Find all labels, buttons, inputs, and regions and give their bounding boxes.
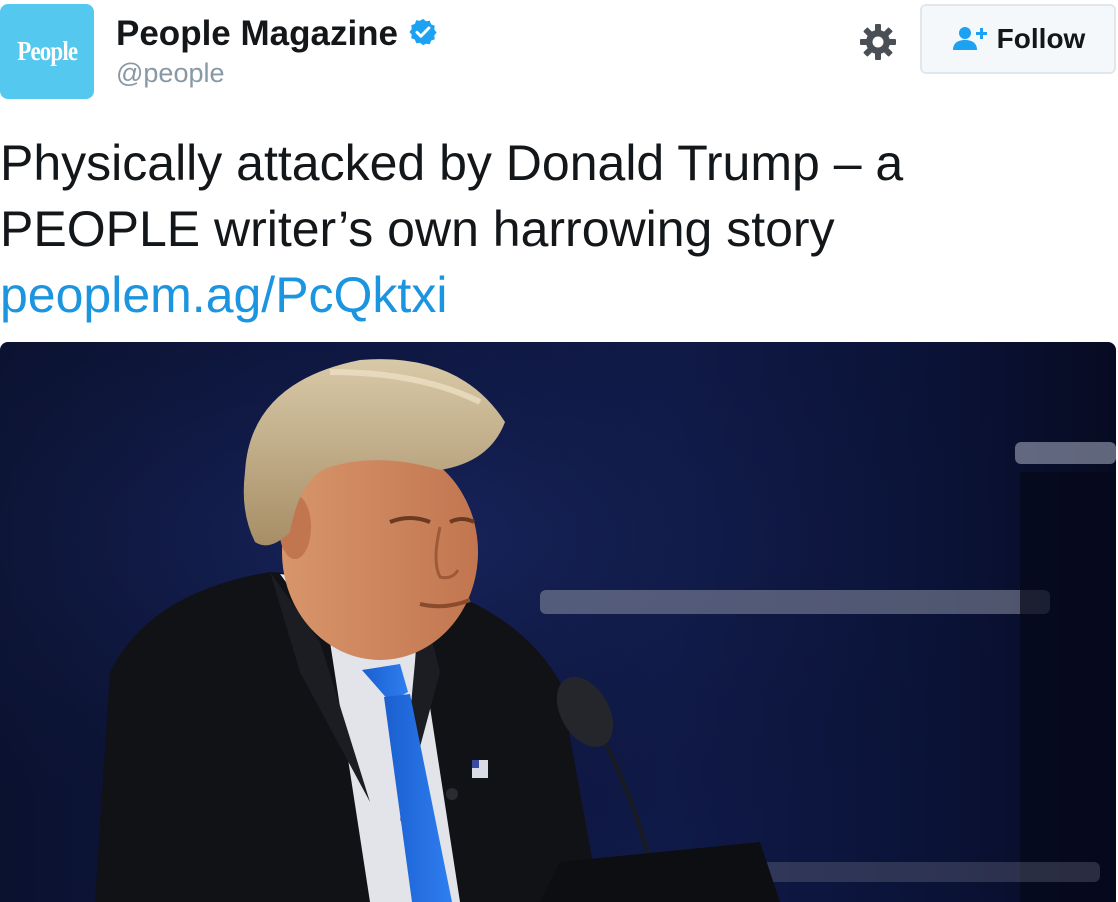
gear-icon[interactable] [858,22,898,62]
tweet-link[interactable]: peoplem.ag/PcQktxi [0,262,447,328]
follow-label: Follow [996,23,1086,54]
display-name[interactable]: People Magazine [116,12,398,56]
tweet-text: Physically attacked by Donald Trump – a … [0,135,904,257]
tweet-card: People People Magazine @people Follow Ph… [0,0,1118,902]
verified-badge-icon [409,18,438,46]
user-handle[interactable]: @people [116,58,438,88]
follow-button[interactable]: Follow [920,4,1116,74]
account-info[interactable]: People Magazine @people [116,12,438,88]
tweet-photo[interactable] [0,342,1116,902]
photo-illustration [0,342,1116,902]
tweet-header: People People Magazine @people Follow [0,0,1118,110]
add-user-icon [952,27,987,50]
avatar[interactable]: People [0,4,94,99]
avatar-logo-text: People [17,36,78,66]
